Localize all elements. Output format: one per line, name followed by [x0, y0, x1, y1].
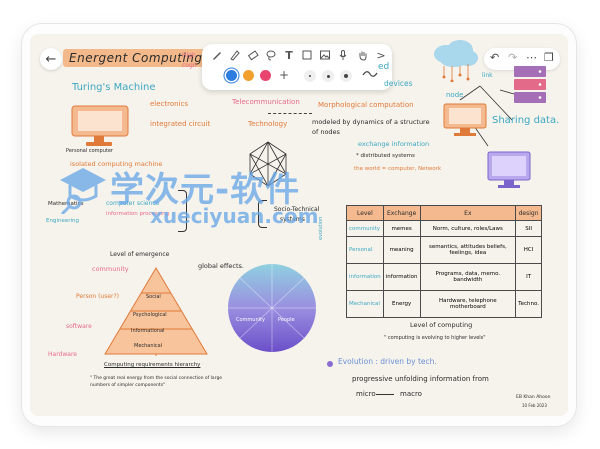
table-cell: information: [382, 263, 421, 292]
color-swatch-orange[interactable]: [243, 70, 254, 81]
note-telecommunication: Telecommunication: [232, 98, 300, 106]
watermark: 学次元-软件 xueciyuan.com: [58, 162, 328, 236]
note-devices: devices: [384, 79, 413, 88]
note-macro: macro: [400, 390, 422, 398]
text-icon[interactable]: T: [282, 49, 296, 63]
computing-levels-table: Level Exchange Ex design community memes…: [346, 205, 542, 318]
table-row: Personal meaning semantics, attitudes be…: [346, 236, 542, 265]
table-header-cell: Ex: [419, 205, 517, 221]
note-hardware: Hardware: [48, 351, 77, 358]
table-cell: Energy: [382, 290, 421, 318]
pyramid-level-psychological: Psychological: [133, 312, 167, 318]
back-button[interactable]: ←: [40, 48, 62, 70]
table-row: information information Programs, data, …: [346, 263, 542, 292]
more-tools-button[interactable]: >: [374, 49, 388, 63]
stroke-size-small[interactable]: [304, 70, 316, 82]
note-modeled-by: modeled by dynamics of a structure: [312, 118, 430, 126]
crop-icon[interactable]: [300, 49, 314, 63]
computer-illustration-right: [443, 103, 487, 136]
note-link: link: [482, 72, 493, 79]
note-evolution-title: Evolution : driven by tech.: [338, 357, 437, 366]
note-hierarchy: Computing requirements hierarchy: [104, 362, 201, 368]
more-icon[interactable]: ⋯: [526, 51, 537, 64]
eraser-icon[interactable]: [246, 49, 260, 63]
table-cell: semantics, attitudes beliefs, feelings, …: [419, 236, 517, 265]
title-side-text-2: cogn: [182, 62, 197, 69]
table-cell: community: [346, 219, 384, 238]
pyramid-level-social: Social: [146, 294, 161, 300]
note-exchange-info: exchange information: [358, 140, 430, 148]
note-technology: Technology: [248, 120, 288, 128]
table-header-row: Level Exchange Ex design: [346, 205, 542, 221]
mic-icon[interactable]: [336, 49, 350, 63]
table-cell: Hardware, telephone motherboard: [419, 290, 517, 318]
table-cell: Programs, data, memo. bandwidth: [419, 263, 517, 292]
table-header-cell: Exchange: [382, 205, 421, 221]
note-author: EB Khan Ahoon: [516, 395, 551, 400]
note-world-network: the world = computer, Network: [354, 166, 442, 172]
note-progressive: progressive unfolding information from: [352, 375, 489, 383]
table-row: Mechanical Energy Hardware, telephone mo…: [346, 290, 542, 318]
image-icon[interactable]: [318, 49, 332, 63]
note-integrated-circuit: integrated circuit: [150, 120, 211, 128]
table-cell: memes: [382, 219, 421, 238]
note-id-label: ed: [378, 62, 390, 72]
drawing-toolbar: T > +: [202, 44, 392, 90]
back-arrow-icon: ←: [45, 51, 57, 67]
table-header-cell: Level: [346, 205, 384, 221]
table-cell: Techno.: [515, 290, 542, 318]
line-style-icon[interactable]: [362, 66, 378, 85]
pyramid-level-mechanical: Mechanical: [134, 343, 163, 349]
pencil-icon[interactable]: [228, 49, 242, 63]
note-morphological: Morphological computation: [318, 101, 414, 109]
stroke-size-large[interactable]: [340, 70, 352, 82]
table-cell: HCI: [515, 236, 542, 265]
undo-icon[interactable]: ↶: [490, 51, 499, 64]
table-cell: meaning: [382, 236, 421, 265]
hand-icon[interactable]: [356, 49, 370, 63]
arrow-line: [376, 394, 394, 395]
note-turing: Turing's Machine: [72, 82, 156, 93]
table-row: community memes Norm, culture, roles/Law…: [346, 219, 542, 238]
note-electronics: electronics: [150, 100, 189, 108]
circle-label-people: People: [278, 317, 295, 323]
circle-label-community: Community: [236, 317, 265, 323]
note-level-computing: Level of computing: [410, 321, 473, 329]
color-swatch-blue[interactable]: [226, 70, 237, 81]
monitor-illustration: [487, 151, 531, 188]
note-level-emergence: Level of emergence: [110, 251, 170, 258]
note-software: software: [66, 323, 92, 330]
evolution-sphere: [228, 264, 316, 352]
watermark-en: xueciyuan.com: [150, 204, 319, 228]
title-side-text-1: High: [182, 52, 196, 59]
stroke-size-medium[interactable]: [322, 70, 334, 82]
note-micro: micro: [356, 390, 376, 398]
color-swatch-pink[interactable]: [260, 70, 271, 81]
note-quote: " The great real energy from the social …: [90, 376, 223, 388]
bullet-icon: [327, 361, 333, 367]
redo-icon[interactable]: ↷: [508, 51, 517, 64]
table-cell: SII: [515, 219, 542, 238]
note-sharing-data: Sharing data.: [492, 115, 560, 126]
note-higher-levels: " computing is evolving to higher levels…: [384, 335, 486, 341]
add-color-button[interactable]: +: [279, 68, 289, 82]
dashed-arrow: [268, 113, 312, 114]
table-cell: Personal: [346, 236, 384, 265]
table-cell: Mechanical: [346, 290, 384, 318]
pages-icon[interactable]: ❐: [544, 51, 554, 64]
pyramid-level-informational: Informational: [131, 328, 165, 334]
graduation-cap-icon: [60, 168, 106, 214]
cloud-icon: [434, 40, 478, 82]
pen-icon[interactable]: [210, 49, 224, 63]
table-cell: information: [346, 263, 384, 292]
note-date: 10 Feb 2023: [522, 403, 547, 408]
note-personal-computer: Personal computer: [66, 148, 113, 154]
table-header-cell: design: [515, 205, 542, 221]
table-cell: Norm, culture, roles/Laws: [419, 219, 517, 238]
lasso-icon[interactable]: [264, 49, 278, 63]
note-distributed: * distributed systems: [356, 153, 415, 159]
note-of-nodes: of nodes: [312, 128, 340, 136]
table-cell: IT: [515, 263, 542, 292]
computer-illustration: [71, 105, 129, 146]
